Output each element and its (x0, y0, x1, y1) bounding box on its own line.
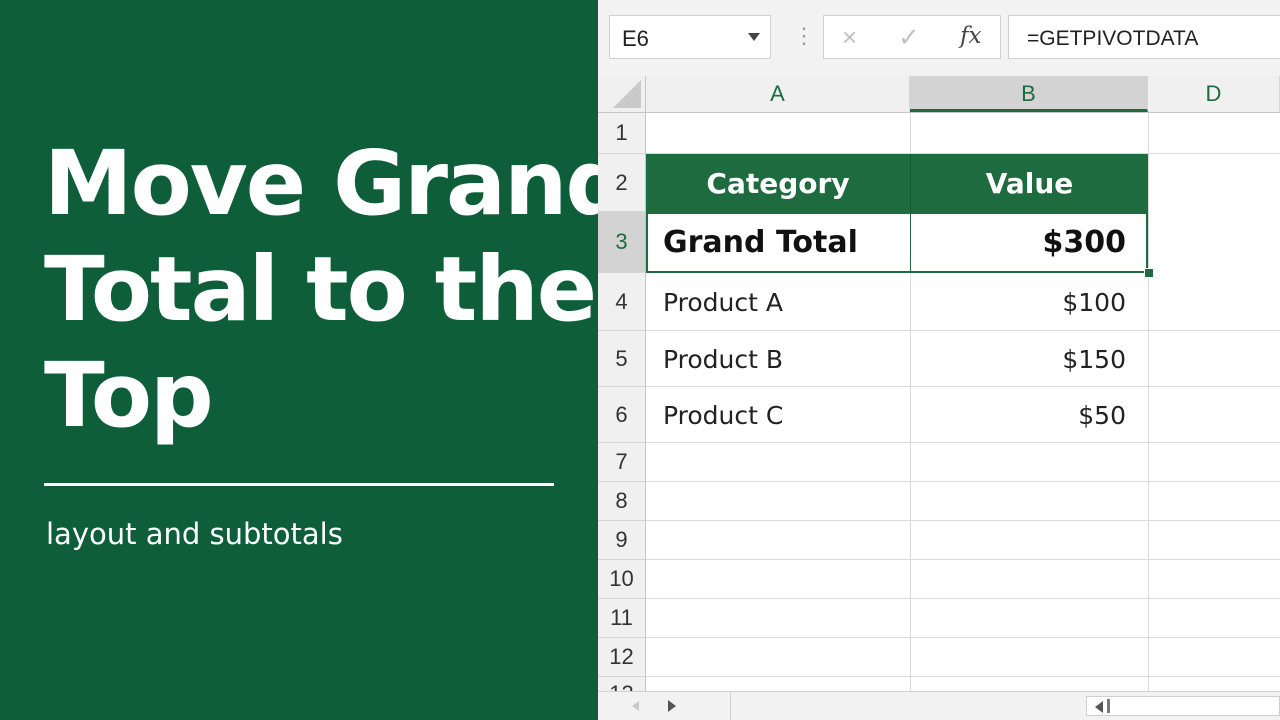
spreadsheet: E6 ⋮ × ✓ fx =GETPIVOTDATA A B D 1 2 3 4 … (598, 0, 1280, 720)
grid-line (646, 520, 1280, 521)
row-header-6[interactable]: 6 (598, 387, 646, 443)
page-title: Move Grand Total to the Top (44, 130, 629, 448)
grid-line (1148, 113, 1149, 691)
table-header-value[interactable]: Value (910, 154, 1148, 212)
row-header-11[interactable]: 11 (598, 599, 646, 638)
column-header-d[interactable]: D (1148, 76, 1280, 112)
select-all-button[interactable] (598, 76, 646, 112)
row-header-10[interactable]: 10 (598, 560, 646, 599)
formula-value: =GETPIVOTDATA (1027, 27, 1199, 50)
formula-input[interactable]: =GETPIVOTDATA (1008, 15, 1280, 59)
row-header-1[interactable]: 1 (598, 113, 646, 154)
grid-line (646, 637, 1280, 638)
selection-outline (646, 212, 1148, 273)
name-box[interactable]: E6 (609, 15, 771, 59)
title-panel: Move Grand Total to the Top layout and s… (0, 0, 629, 720)
sheet-tab-bar (598, 691, 1280, 720)
title-line-1: Move Grand (44, 131, 629, 235)
row-header-5[interactable]: 5 (598, 331, 646, 387)
row-header-7[interactable]: 7 (598, 443, 646, 482)
formula-bar: E6 ⋮ × ✓ fx =GETPIVOTDATA (598, 0, 1280, 76)
row-header-9[interactable]: 9 (598, 521, 646, 560)
insert-function-icon[interactable]: fx (960, 23, 981, 49)
column-header-b[interactable]: B (910, 76, 1148, 112)
select-all-icon (613, 80, 641, 108)
tab-divider (730, 692, 731, 720)
column-header-row: A B D (598, 76, 1280, 113)
column-header-a[interactable]: A (646, 76, 910, 112)
row-header-4[interactable]: 4 (598, 273, 646, 331)
grid-line (646, 676, 1280, 677)
title-line-3: Top (44, 343, 214, 447)
horizontal-scrollbar[interactable] (1086, 696, 1280, 716)
grid-line (646, 598, 1280, 599)
name-box-value: E6 (622, 26, 649, 51)
checkmark-icon[interactable]: ✓ (898, 22, 920, 53)
drag-handle-icon[interactable]: ⋮ (793, 24, 815, 48)
chevron-down-icon[interactable] (748, 33, 760, 41)
table-row-label[interactable]: Product C (646, 387, 910, 443)
table-row-label[interactable]: Product A (646, 273, 910, 331)
table-row-value[interactable]: $100 (910, 273, 1148, 331)
selection-divider (910, 212, 911, 273)
table-header-category[interactable]: Category (646, 154, 910, 212)
scroll-right-icon[interactable] (668, 700, 676, 712)
table-row-value[interactable]: $50 (910, 387, 1148, 443)
title-divider (44, 483, 554, 486)
table-row-label[interactable]: Product B (646, 331, 910, 387)
row-header-3[interactable]: 3 (598, 212, 646, 273)
grid-line (646, 481, 1280, 482)
scrollbar-thumb[interactable] (1107, 699, 1110, 713)
scroll-left-icon[interactable] (632, 701, 639, 711)
row-header-12[interactable]: 12 (598, 638, 646, 677)
cancel-icon[interactable]: × (842, 22, 857, 53)
row-header-2[interactable]: 2 (598, 154, 646, 212)
formula-buttons: × ✓ fx (823, 15, 1001, 59)
row-header-8[interactable]: 8 (598, 482, 646, 521)
title-line-2: Total to the (44, 237, 597, 341)
scroll-left-icon[interactable] (1095, 701, 1103, 713)
grid-line (646, 559, 1280, 560)
table-row-value[interactable]: $150 (910, 331, 1148, 387)
subtitle: layout and subtotals (46, 517, 343, 551)
